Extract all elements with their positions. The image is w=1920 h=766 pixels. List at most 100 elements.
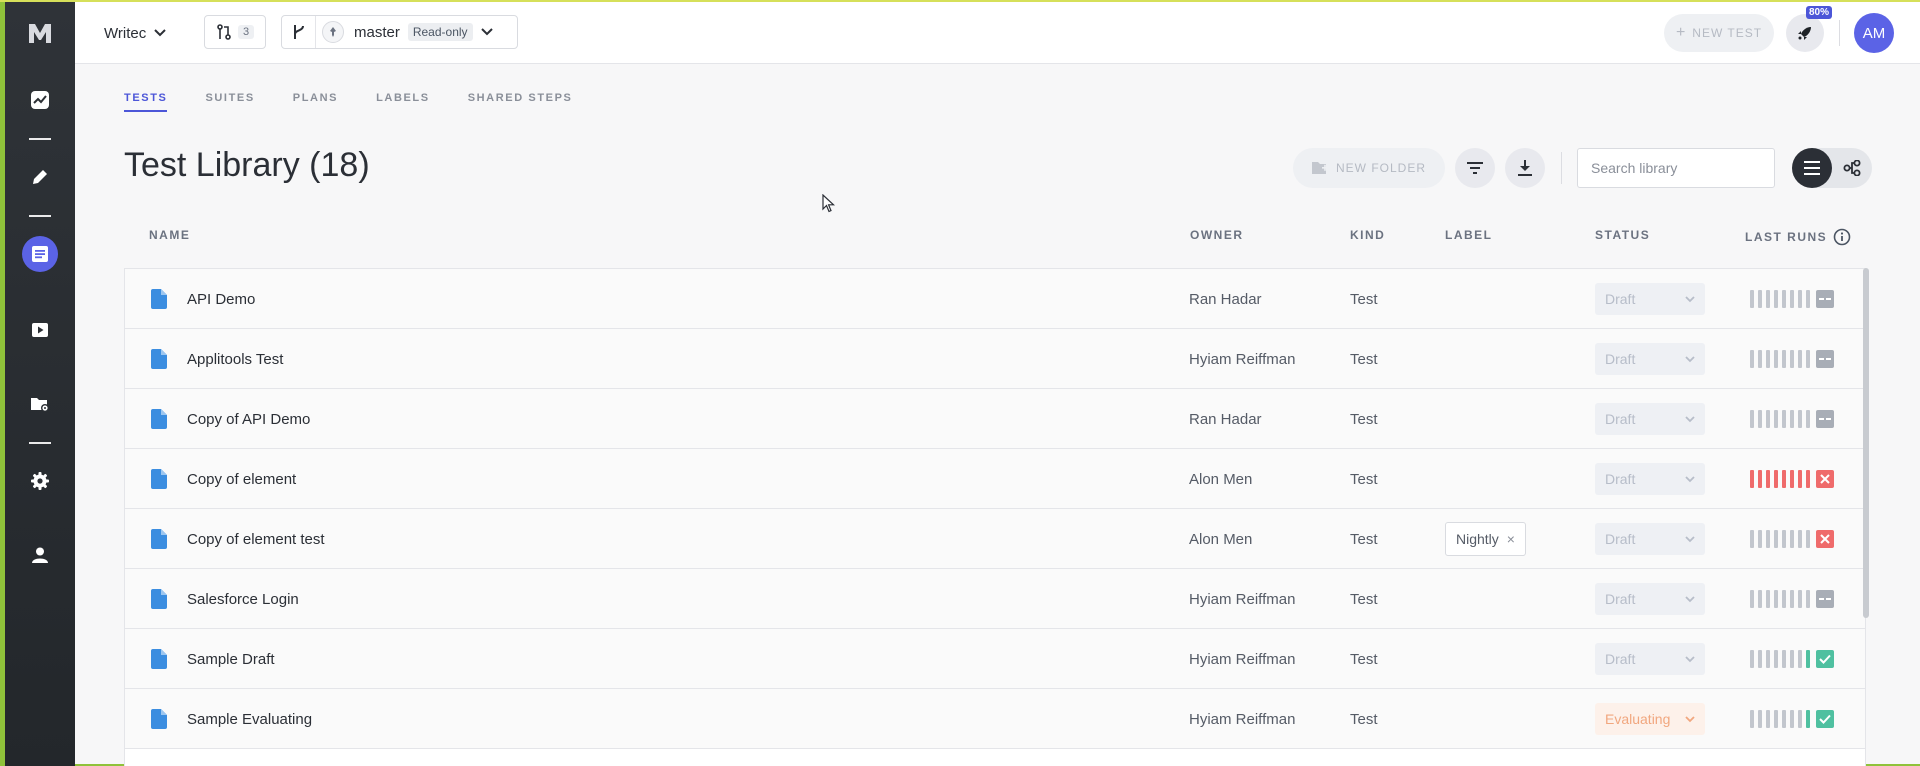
run-bar[interactable] — [1790, 710, 1794, 728]
column-kind[interactable]: KIND — [1350, 228, 1385, 242]
label-chip[interactable]: Nightly × — [1445, 522, 1526, 556]
nav-insights[interactable] — [22, 82, 58, 118]
table-row[interactable]: Salesforce Login Hyiam Reiffman Test Dra… — [125, 569, 1865, 629]
run-bar[interactable] — [1790, 410, 1794, 428]
nav-settings[interactable] — [22, 463, 58, 499]
column-status[interactable]: STATUS — [1595, 228, 1650, 242]
project-selector[interactable]: Writec — [104, 18, 166, 48]
nav-library[interactable] — [22, 236, 58, 272]
search-input[interactable] — [1577, 148, 1775, 188]
run-bar[interactable] — [1758, 470, 1762, 488]
tree-view-button[interactable] — [1832, 148, 1872, 188]
scrollbar[interactable] — [1863, 268, 1869, 618]
table-row[interactable]: Copy of element test Alon Men Test Night… — [125, 509, 1865, 569]
status-dropdown[interactable]: Draft — [1595, 403, 1705, 435]
table-row[interactable]: Applitools Test Hyiam Reiffman Test Draf… — [125, 329, 1865, 389]
test-name[interactable]: Sample Evaluating — [187, 689, 312, 749]
last-run-result-icon[interactable] — [1816, 290, 1834, 308]
run-bar[interactable] — [1782, 530, 1786, 548]
pull-requests-button[interactable]: 3 — [204, 15, 266, 49]
last-run-result-icon[interactable] — [1816, 530, 1834, 548]
run-bar[interactable] — [1758, 350, 1762, 368]
run-bar[interactable] — [1758, 710, 1762, 728]
run-bar[interactable] — [1806, 470, 1810, 488]
pin-icon[interactable] — [322, 21, 344, 43]
run-bar[interactable] — [1782, 410, 1786, 428]
last-run-result-icon[interactable] — [1816, 650, 1834, 668]
run-bar[interactable] — [1750, 590, 1754, 608]
last-run-result-icon[interactable] — [1816, 590, 1834, 608]
nav-create[interactable] — [22, 159, 58, 195]
run-bar[interactable] — [1790, 650, 1794, 668]
run-bar[interactable] — [1758, 530, 1762, 548]
run-bar[interactable] — [1782, 470, 1786, 488]
tab-labels[interactable]: LABELS — [376, 92, 430, 112]
run-bar[interactable] — [1798, 290, 1802, 308]
last-run-result-icon[interactable] — [1816, 470, 1834, 488]
run-bar[interactable] — [1806, 530, 1810, 548]
run-bar[interactable] — [1798, 710, 1802, 728]
run-bar[interactable] — [1758, 290, 1762, 308]
run-bar[interactable] — [1766, 290, 1770, 308]
run-bar[interactable] — [1798, 350, 1802, 368]
run-bar[interactable] — [1806, 350, 1810, 368]
run-bar[interactable] — [1782, 710, 1786, 728]
info-icon[interactable] — [1833, 228, 1851, 246]
tab-plans[interactable]: PLANS — [293, 92, 338, 112]
run-bar[interactable] — [1798, 410, 1802, 428]
nav-profile[interactable] — [22, 537, 58, 573]
column-label[interactable]: LABEL — [1445, 228, 1493, 242]
filter-button[interactable] — [1455, 148, 1495, 188]
run-bar[interactable] — [1766, 470, 1770, 488]
avatar[interactable]: AM — [1854, 13, 1894, 53]
run-bar[interactable] — [1766, 710, 1770, 728]
run-bar[interactable] — [1766, 590, 1770, 608]
run-bar[interactable] — [1782, 350, 1786, 368]
status-dropdown[interactable]: Draft — [1595, 463, 1705, 495]
run-bar[interactable] — [1774, 530, 1778, 548]
test-name[interactable]: Salesforce Login — [187, 569, 299, 629]
branch-selector[interactable]: master Read-only — [281, 15, 518, 49]
test-name[interactable]: Applitools Test — [187, 329, 283, 389]
run-bar[interactable] — [1750, 350, 1754, 368]
run-bar[interactable] — [1798, 650, 1802, 668]
status-dropdown[interactable]: Draft — [1595, 583, 1705, 615]
run-bar[interactable] — [1798, 530, 1802, 548]
table-row[interactable]: Copy of API Demo Ran Hadar Test Draft — [125, 389, 1865, 449]
remove-label-icon[interactable]: × — [1507, 531, 1515, 547]
test-name[interactable]: Copy of element — [187, 449, 296, 509]
tab-shared-steps[interactable]: SHARED STEPS — [468, 92, 573, 112]
tab-tests[interactable]: TESTS — [124, 92, 168, 112]
run-bar[interactable] — [1774, 290, 1778, 308]
app-logo[interactable] — [5, 16, 75, 50]
column-last-runs[interactable]: LAST RUNS — [1745, 228, 1851, 246]
run-bar[interactable] — [1758, 650, 1762, 668]
test-name[interactable]: Copy of element test — [187, 509, 325, 569]
table-row[interactable]: Copy of element Alon Men Test Draft — [125, 449, 1865, 509]
status-dropdown[interactable]: Draft — [1595, 643, 1705, 675]
run-bar[interactable] — [1774, 650, 1778, 668]
tab-suites[interactable]: SUITES — [205, 92, 254, 112]
run-bar[interactable] — [1790, 530, 1794, 548]
run-bar[interactable] — [1766, 530, 1770, 548]
run-bar[interactable] — [1750, 710, 1754, 728]
run-bar[interactable] — [1782, 590, 1786, 608]
run-bar[interactable] — [1750, 410, 1754, 428]
run-bar[interactable] — [1766, 410, 1770, 428]
run-bar[interactable] — [1766, 650, 1770, 668]
run-bar[interactable] — [1782, 650, 1786, 668]
run-bar[interactable] — [1790, 470, 1794, 488]
run-bar[interactable] — [1750, 650, 1754, 668]
run-bar[interactable] — [1774, 710, 1778, 728]
last-run-result-icon[interactable] — [1816, 410, 1834, 428]
run-bar[interactable] — [1774, 350, 1778, 368]
test-name[interactable]: Copy of API Demo — [187, 389, 310, 449]
run-bar[interactable] — [1806, 650, 1810, 668]
table-row[interactable]: Sample Evaluating Hyiam Reiffman Test Ev… — [125, 689, 1865, 749]
run-bar[interactable] — [1774, 470, 1778, 488]
column-owner[interactable]: OWNER — [1190, 228, 1244, 242]
run-bar[interactable] — [1750, 470, 1754, 488]
last-run-result-icon[interactable] — [1816, 350, 1834, 368]
run-bar[interactable] — [1758, 590, 1762, 608]
column-name[interactable]: NAME — [149, 228, 190, 242]
